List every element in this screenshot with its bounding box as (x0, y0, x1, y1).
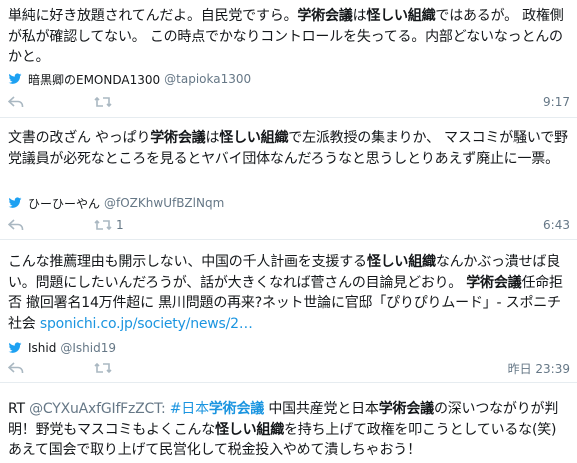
highlighted-keyword: 学術会議 (297, 8, 353, 24)
highlighted-keyword: 学術会議 (466, 274, 522, 291)
tweet-link[interactable]: 学術会議 (209, 401, 264, 417)
reply-button[interactable] (8, 361, 24, 375)
retweet-icon (94, 219, 112, 231)
tweet-text: RT @CYXuAxfGIfFzZCT: #日本学術会議 中国共産党と日本学術会… (8, 399, 568, 461)
tweet-link[interactable]: #日本 (170, 401, 209, 417)
tweet-text-segment: こんな推薦理由も開示しない、中国の千人計画を支援する (8, 254, 367, 270)
twitter-bird-icon (8, 342, 22, 353)
tweet-timestamp[interactable]: 9:17 (543, 95, 570, 109)
tweet-author[interactable]: 暗黒卿のEMONDA1300 @tapioka1300 (8, 70, 251, 88)
tweet-text-segment: は (205, 130, 220, 146)
author-name[interactable]: Ishid (28, 341, 56, 355)
highlighted-keyword: 怪しい組織 (219, 130, 289, 146)
tweet-text: 単純に好き放題されてんだよ。自民党ですら。学術会議は怪しい組織ではあるが。 政権… (8, 6, 568, 68)
author-name[interactable]: 暗黒卿のEMONDA1300 (28, 71, 160, 88)
tweet-timestamp[interactable]: 6:43 (543, 218, 570, 232)
author-handle[interactable]: @tapioka1300 (164, 72, 251, 86)
tweet-text: 文書の改ざん やっぱり学術会議は怪しい組織で左派教授の集まりか、 マスコミが騒い… (8, 128, 568, 169)
tweet-card[interactable]: 文書の改ざん やっぱり学術会議は怪しい組織で左派教授の集まりか、 マスコミが騒い… (0, 118, 577, 240)
author-handle[interactable]: @fOZKhwUfBZlNqm (104, 196, 224, 210)
tweet-author[interactable]: ひーひーやん @fOZKhwUfBZlNqm (8, 194, 224, 212)
highlighted-keyword: 学術会議 (378, 401, 434, 417)
tweet-author[interactable]: Ishid @Ishid19 (8, 339, 116, 357)
reply-icon (8, 96, 24, 107)
retweet-button[interactable]: 1 (94, 218, 124, 232)
retweet-icon (94, 362, 112, 374)
reply-icon (8, 219, 24, 230)
reply-button[interactable] (8, 95, 24, 109)
reply-icon (8, 362, 24, 373)
tweet-card[interactable]: 単純に好き放題されてんだよ。自民党ですら。学術会議は怪しい組織ではあるが。 政権… (0, 0, 577, 118)
author-handle[interactable]: @Ishid19 (60, 341, 116, 355)
twitter-bird-icon (8, 197, 22, 208)
tweet-card[interactable]: RT @CYXuAxfGIfFzZCT: #日本学術会議 中国共産党と日本学術会… (0, 383, 577, 463)
reply-button[interactable] (8, 218, 24, 232)
tweet-text: こんな推薦理由も開示しない、中国の千人計画を支援する怪しい組織なんかぶっ潰せば良… (8, 252, 568, 334)
author-name[interactable]: ひーひーやん (28, 195, 100, 212)
tweet-timestamp[interactable]: 昨日 23:39 (508, 360, 570, 377)
tweet-link[interactable]: sponichi.co.jp/society/news/2… (40, 316, 253, 332)
highlighted-keyword: 怪しい組織 (366, 8, 436, 24)
tweet-feed: 単純に好き放題されてんだよ。自民党ですら。学術会議は怪しい組織ではあるが。 政権… (0, 0, 577, 463)
retweet-button[interactable] (94, 361, 116, 375)
highlighted-keyword: 怪しい組織 (215, 421, 284, 438)
tweet-text-segment: 単純に好き放題されてんだよ。自民党ですら。 (8, 8, 298, 24)
tweet-actions: 9:17 (8, 93, 570, 111)
tweet-actions: 1 6:43 (8, 216, 570, 234)
twitter-bird-icon (8, 73, 22, 84)
retweet-button[interactable] (94, 95, 116, 109)
retweet-icon (94, 96, 112, 108)
tweet-card[interactable]: こんな推薦理由も開示しない、中国の千人計画を支援する怪しい組織なんかぶっ潰せば良… (0, 240, 577, 383)
tweet-text-segment: @CYXuAxfGIfFzZCT: (29, 401, 166, 417)
tweet-actions: 昨日 23:39 (8, 359, 570, 377)
tweet-text-segment: RT (8, 401, 30, 417)
tweet-text-segment: は (352, 8, 367, 24)
retweet-count: 1 (116, 218, 124, 232)
highlighted-keyword: 怪しい組織 (366, 254, 436, 270)
highlighted-keyword: 学術会議 (150, 130, 206, 146)
tweet-text-segment: 中国共産党と日本 (264, 401, 379, 417)
tweet-text-segment: 文書の改ざん やっぱり (8, 130, 151, 146)
